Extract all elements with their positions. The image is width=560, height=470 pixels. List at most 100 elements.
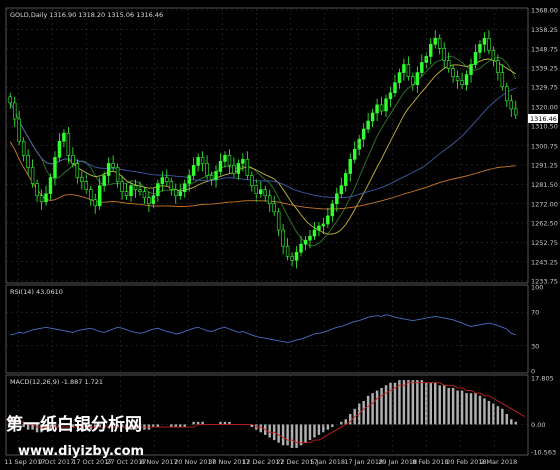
bear-candle [75,163,80,178]
bull-candle [326,215,330,225]
price-tick-label: 1339.25 [531,65,558,73]
bull-candle [196,157,200,166]
bull-candle [317,225,321,231]
date-tick-label: 2 Mar 2018 [480,458,517,466]
bear-candle [93,199,97,207]
bull-candle [335,193,339,205]
bull-candle [178,191,182,197]
bear-candle [232,165,236,174]
bear-candle [500,72,505,88]
date-tick-label: 8 Feb 2018 [412,458,448,466]
bull-candle [218,161,223,172]
bear-candle [205,163,209,176]
macd-tick-label: -10.563 [531,449,556,457]
price-tick-label: 1281.50 [531,181,558,189]
macd-panel-title: MACD(12,26,9) -1.887 1.721 [10,378,103,386]
bull-candle [312,229,317,237]
bull-candle [106,163,111,176]
bear-candle [281,229,285,247]
price-tick-label: 1243.25 [531,258,558,266]
bull-candle [384,98,388,112]
bear-candle [209,175,214,180]
price-tick-label: 1329.75 [531,84,558,92]
bull-candle [473,52,478,65]
trading-chart: 1368.00 1358.25 1348.75 1339.25 1329.75 1320.… [0,0,560,470]
bear-candle [138,189,142,192]
price-panel-title: GOLD,Daily 1316.90 1318.20 1315.06 1316.… [10,11,163,19]
date-tick-label: 9 Oct 2017 [38,458,74,466]
bear-candle [437,37,442,49]
bull-candle [308,235,312,241]
bull-candle [375,104,379,114]
bull-candle [420,62,424,73]
price-tick-label: 1300.75 [531,142,558,150]
bull-candle [57,140,62,158]
bear-candle [120,181,124,192]
price-tick-label: 1348.75 [531,45,558,53]
date-tick-label: 5 Jan 2018 [310,458,345,466]
bear-candle [26,155,30,168]
bear-candle [442,48,446,61]
current-price-tag: 1316.46 [528,114,558,123]
bull-candle [370,112,375,122]
bear-candle [200,157,205,164]
bear-candle [17,118,21,142]
bear-candle [147,197,151,205]
price-tick-label: 1262.50 [531,219,558,227]
bull-candle [191,165,196,176]
bear-candle [276,211,281,231]
rsi-tick-label: 30 [531,342,539,350]
bear-candle [290,255,294,261]
rsi-tick-label: 70 [531,309,539,317]
bull-candle [156,183,160,197]
current-price-label: 1316.46 [530,115,557,123]
bear-candle [227,155,232,166]
bull-candle [464,74,469,85]
bear-candle [460,80,464,85]
bull-candle [236,163,241,174]
bear-candle [169,181,174,190]
bull-candle [352,148,357,160]
bull-candle [469,64,473,75]
price-tick-label: 1291.25 [531,161,558,169]
price-tick-label: 1368.00 [531,7,558,15]
bear-candle [8,96,12,104]
rsi-tick-label: 100 [531,284,543,292]
bear-candle [133,185,138,190]
bear-candle [406,64,411,77]
bear-candle [509,100,514,110]
bear-candle [267,195,272,205]
bull-candle [223,155,227,162]
bull-candle [397,72,402,83]
bull-candle [62,132,66,142]
bull-candle [241,159,245,164]
bull-candle [482,37,487,45]
bull-candle [182,183,187,192]
bear-candle [263,189,267,197]
price-tick-label: 1358.25 [531,26,558,34]
bear-candle [250,175,254,186]
bear-candle [80,177,84,182]
bull-candle [160,177,165,184]
bear-candle [30,167,35,184]
bear-candle [285,245,290,257]
bear-candle [505,86,509,102]
bull-candle [294,251,299,261]
bull-candle [303,239,308,245]
bear-candle [142,191,147,199]
macd-tick-label: 0.00 [531,421,545,429]
bear-candle [165,177,169,182]
bull-candle [53,157,57,178]
bear-candle [174,189,178,197]
bull-candle [259,189,263,194]
bull-candle [97,185,102,207]
watermark-url: www.diyizby.com [18,444,144,459]
bear-candle [39,195,44,203]
bear-candle [379,104,384,112]
bull-candle [214,171,218,180]
price-axis: 1368.00 1358.25 1348.75 1339.25 1329.75 1320.… [531,7,558,286]
bear-candle [21,140,26,156]
bear-candle [411,76,415,85]
macd-tick-label: 17.805 [531,375,554,383]
bear-candle [245,159,250,176]
